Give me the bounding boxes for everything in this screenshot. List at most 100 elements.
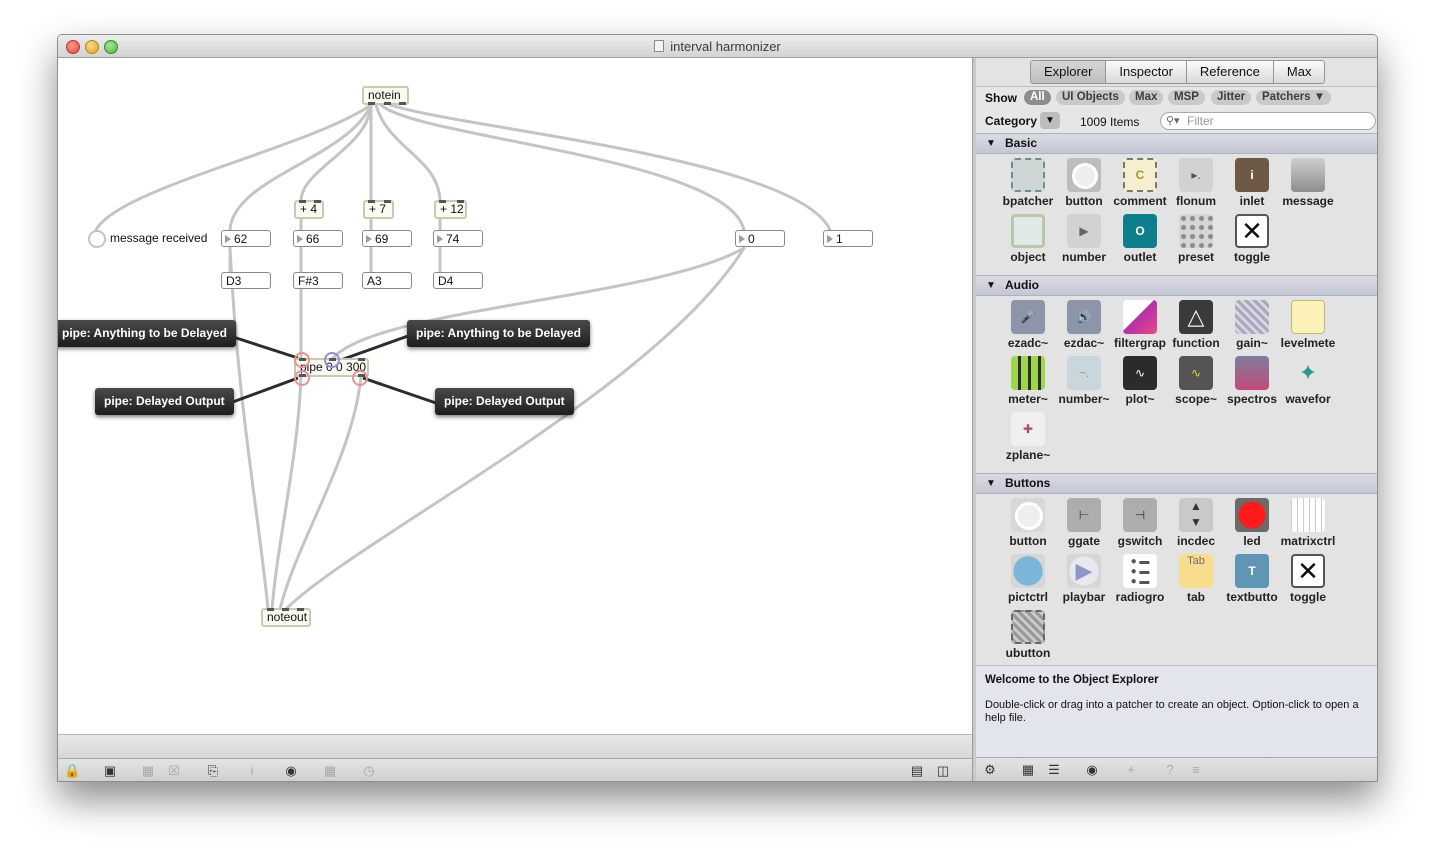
number-box-69[interactable]: 69 [362, 230, 412, 247]
explorer-item-meter[interactable]: meter~ [998, 352, 1058, 408]
section-buttons[interactable]: ▼ Buttons [976, 473, 1377, 494]
filter-patchers[interactable]: Patchers ▼ [1256, 90, 1332, 105]
cord-pipe-noteout-left[interactable] [270, 374, 303, 611]
filter-ui-objects[interactable]: UI Objects [1056, 90, 1125, 105]
outlet[interactable] [368, 102, 375, 105]
outlet[interactable] [399, 102, 406, 105]
explorer-item-ggate[interactable]: ⊢ ggate [1054, 494, 1114, 550]
cord-pipe-noteout-right[interactable] [278, 374, 363, 611]
filter-max[interactable]: Max [1129, 90, 1164, 105]
split-bottom-icon[interactable]: ▤ [909, 763, 925, 779]
filter-all[interactable]: All [1024, 90, 1051, 105]
explorer-item-message[interactable]: message [1278, 154, 1338, 210]
explorer-item-function[interactable]: △ function [1166, 296, 1226, 352]
message-d4[interactable]: D4 [433, 272, 483, 289]
number-box-0[interactable]: 0 [735, 230, 785, 247]
section-audio[interactable]: ▼ Audio [976, 275, 1377, 296]
list-view-icon[interactable]: ☰ [1046, 762, 1062, 778]
eye-icon[interactable]: ◉ [1084, 762, 1100, 778]
explorer-item-matrixctrl[interactable]: matrixctrl [1278, 494, 1338, 550]
explorer-item-number-tilde[interactable]: ~. number~ [1054, 352, 1114, 408]
explorer-item-playbar[interactable]: ▶ playbar [1054, 550, 1114, 606]
debug-icon[interactable]: ⎘ [205, 763, 221, 779]
title-bar[interactable]: interval harmonizer [58, 35, 1377, 58]
notein-object[interactable]: notein [362, 86, 409, 105]
explorer-item-ezadc[interactable]: 🎤 ezadc~ [998, 296, 1058, 352]
explorer-item-tab[interactable]: Tab tab [1166, 550, 1226, 606]
explorer-item-filtergraph[interactable]: filtergrap [1110, 296, 1170, 352]
explorer-item-outlet[interactable]: Ooutlet [1110, 210, 1170, 266]
explorer-item-incdec[interactable]: ▲ ▼ incdec [1166, 494, 1226, 550]
inlet[interactable] [297, 608, 304, 611]
filter-msp[interactable]: MSP [1168, 90, 1205, 105]
outlet[interactable] [384, 102, 391, 105]
message-d3[interactable]: D3 [221, 272, 271, 289]
cord-62-noteout[interactable] [228, 246, 270, 611]
inlet[interactable] [358, 358, 365, 361]
grid-view-icon[interactable]: ▦ [1020, 762, 1036, 778]
lock-icon[interactable]: 🔒 [64, 763, 80, 779]
inlet[interactable] [457, 200, 464, 203]
explorer-item-gswitch[interactable]: ⊣ gswitch [1110, 494, 1170, 550]
explorer-item-scope[interactable]: ∿ scope~ [1166, 352, 1226, 408]
explorer-item-levelmeter[interactable]: levelmete [1278, 296, 1338, 352]
grid-snap-icon[interactable]: ▦ [140, 763, 156, 779]
add7-object[interactable]: + 7 [363, 200, 394, 219]
explorer-item-number[interactable]: ▶ number [1054, 210, 1114, 266]
explorer-item-flonum[interactable]: ▸. flonum [1166, 154, 1226, 210]
explorer-item-object[interactable]: object [998, 210, 1058, 266]
presentation-icon[interactable]: ▣ [102, 763, 118, 779]
inlet[interactable] [314, 200, 321, 203]
info-icon[interactable]: i [244, 763, 260, 779]
tab-inspector[interactable]: Inspector [1106, 61, 1187, 83]
cord-notein-led[interactable] [94, 103, 373, 232]
details-icon[interactable]: ≡ [1188, 762, 1204, 778]
explorer-item-pictctrl[interactable]: pictctrl [998, 550, 1058, 606]
filter-input[interactable] [1187, 113, 1367, 129]
filter-field[interactable]: ⚲▾ [1160, 112, 1376, 130]
explorer-item-textbutton[interactable]: Ttextbutto [1222, 550, 1282, 606]
cord-notein-add12[interactable] [374, 103, 442, 202]
inlet[interactable] [299, 200, 306, 203]
number-box-62[interactable]: 62 [221, 230, 271, 247]
number-box-66[interactable]: 66 [293, 230, 343, 247]
add-icon[interactable]: + [1123, 762, 1139, 778]
connect-icon[interactable]: ◉ [283, 763, 299, 779]
inlet[interactable] [384, 200, 391, 203]
gear-icon[interactable]: ⚙ [982, 762, 998, 778]
add12-object[interactable]: + 12 [434, 200, 467, 219]
tab-explorer[interactable]: Explorer [1031, 61, 1107, 83]
explorer-item-ezdac[interactable]: 🔊 ezdac~ [1054, 296, 1114, 352]
noteout-object[interactable]: noteout [261, 608, 311, 627]
inlet[interactable] [282, 608, 289, 611]
message-received-led[interactable] [88, 230, 106, 248]
grid-icon[interactable]: ▦ [322, 763, 338, 779]
explorer-item-gain[interactable]: gain~ [1222, 296, 1282, 352]
explorer-item-waveform[interactable]: ✦ wavefor [1278, 352, 1338, 408]
explorer-item-button-2[interactable]: button [998, 494, 1058, 550]
explorer-item-toggle[interactable]: ✕ toggle [1222, 210, 1282, 266]
disable-icon[interactable]: ☒ [166, 763, 182, 779]
message-a3[interactable]: A3 [362, 272, 412, 289]
tab-max[interactable]: Max [1274, 61, 1325, 83]
explorer-item-comment[interactable]: Ccomment [1110, 154, 1170, 210]
inlet[interactable] [439, 200, 446, 203]
category-dropdown[interactable]: ▼ [1040, 112, 1060, 129]
inlet[interactable] [368, 200, 375, 203]
number-box-1[interactable]: 1 [823, 230, 873, 247]
explorer-item-ubutton[interactable]: ubutton [998, 606, 1058, 662]
explorer-item-zplane[interactable]: ✚ zplane~ [998, 408, 1058, 464]
explorer-item-led[interactable]: led [1222, 494, 1282, 550]
explorer-item-inlet[interactable]: i inlet [1222, 154, 1282, 210]
cord-0-noteout[interactable] [284, 246, 746, 611]
tab-reference[interactable]: Reference [1187, 61, 1274, 83]
help-icon[interactable]: ? [1162, 762, 1178, 778]
inlet[interactable] [267, 608, 274, 611]
explorer-item-toggle-2[interactable]: ✕ toggle [1278, 550, 1338, 606]
explorer-item-preset[interactable]: preset [1166, 210, 1226, 266]
split-right-icon[interactable]: ◫ [935, 763, 951, 779]
filter-jitter[interactable]: Jitter [1211, 90, 1252, 105]
patcher-canvas[interactable]: notein message received + 4 + 7 + 12 62 … [58, 58, 972, 734]
section-basic[interactable]: ▼ Basic [976, 133, 1377, 154]
number-box-74[interactable]: 74 [433, 230, 483, 247]
